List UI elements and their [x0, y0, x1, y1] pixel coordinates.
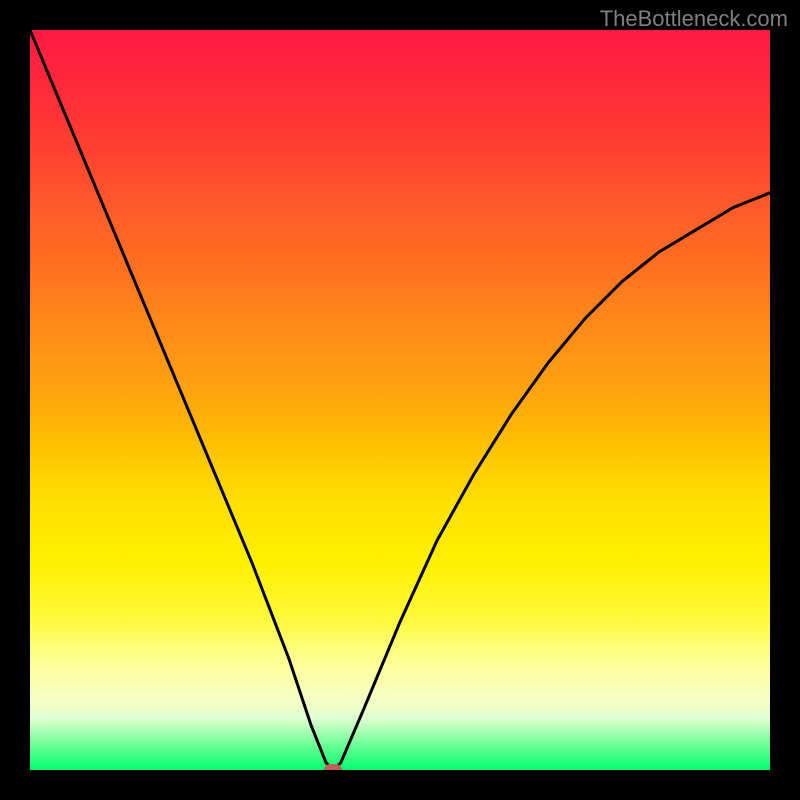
- optimal-point-marker: [324, 764, 342, 770]
- bottleneck-curve: [30, 30, 770, 770]
- watermark-text: TheBottleneck.com: [600, 6, 788, 32]
- plot-area: [30, 30, 770, 770]
- curve-layer: [30, 30, 770, 770]
